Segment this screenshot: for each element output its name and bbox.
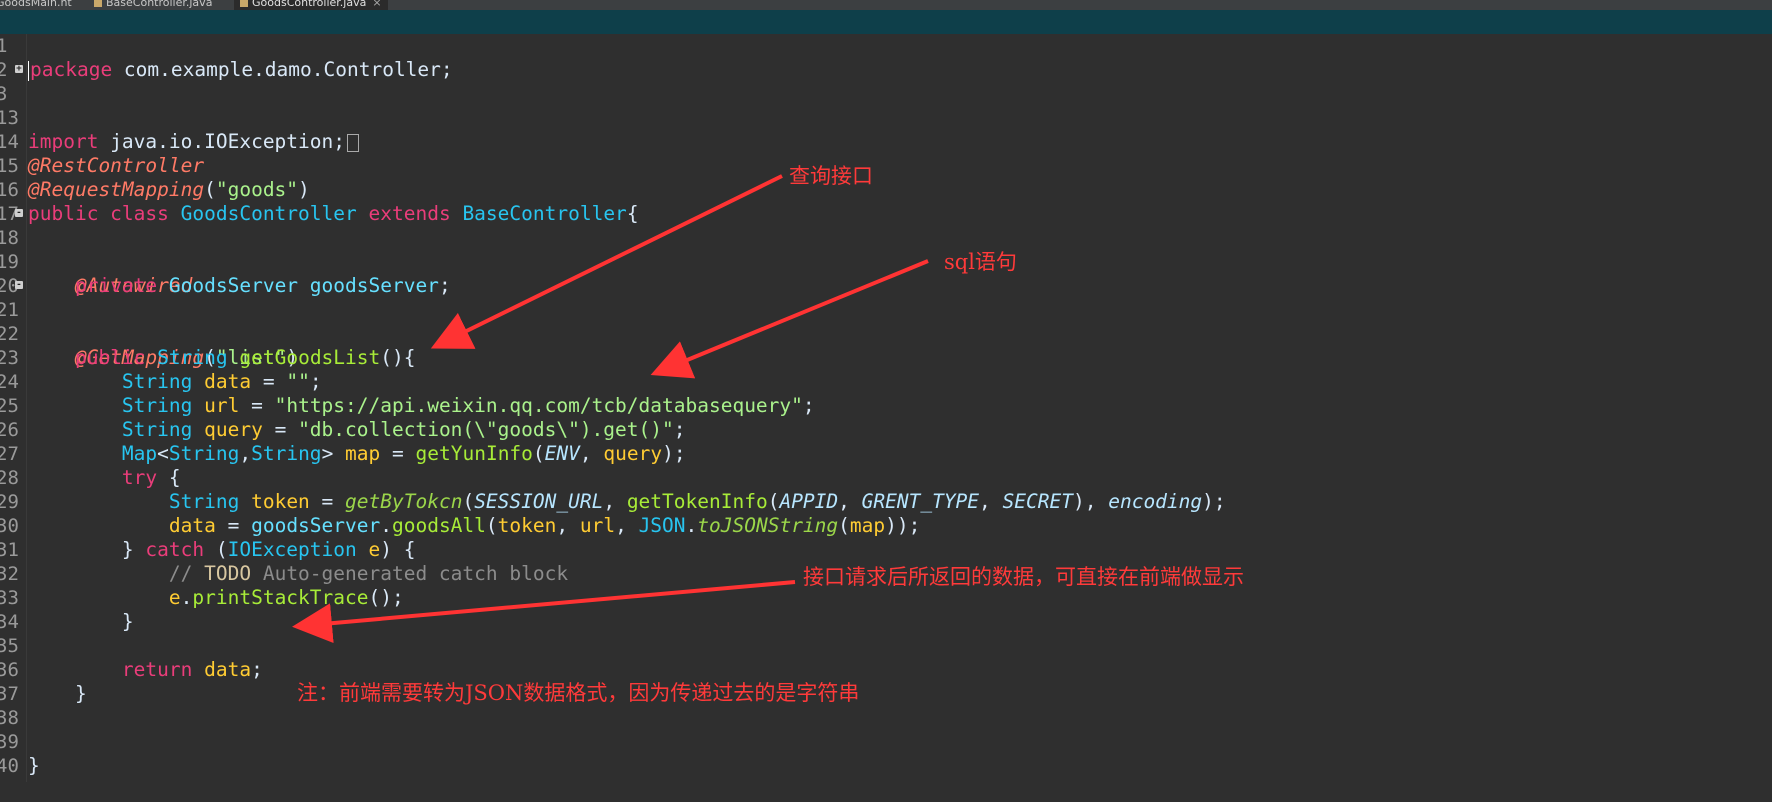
code-line: 21 - @GetMapping("list") (0, 274, 1772, 370)
code-line: 2 (0, 34, 1772, 81)
code-line: 26 Map<String,String> map = getYunInfo(E… (0, 394, 1772, 465)
tab-goodscontroller[interactable]: GoodsController.java × (234, 0, 388, 10)
code-line: 30 } catch (IOException e) { (0, 490, 1772, 561)
annotation-sql: sql语句 (944, 250, 1017, 274)
fold-collapse-icon[interactable]: - (15, 209, 23, 218)
code-line: 38 (0, 682, 1772, 729)
code-line: 40 (0, 730, 1772, 777)
annotation-json-note: 注：前端需要转为JSON数据格式，因为传递过去的是字符串 (297, 681, 860, 705)
code-line: 31 // TODO Auto-generated catch block (0, 514, 1772, 585)
tab-label: BaseController.java (106, 0, 213, 9)
code-line: 37 (0, 658, 1772, 705)
code-line: 36 } (0, 634, 1772, 705)
code-line: 18 - @Autowired (0, 202, 1772, 298)
code-line: 13 (0, 82, 1772, 129)
code-line: 35 return data; (0, 610, 1772, 681)
java-file-icon (240, 0, 248, 7)
code-editor[interactable]: 1 package com.example.damo.Controller; 2… (0, 10, 1772, 782)
annotation-query-api: 查询接口 (789, 164, 873, 188)
fold-expand-icon[interactable]: + (15, 65, 23, 74)
code-line: 17 (0, 178, 1772, 225)
line-number: 40 (0, 755, 19, 777)
tab-basecontroller[interactable]: BaseController.java (88, 0, 218, 10)
code-line: 29 data = goodsServer.goodsAll(token, ur… (0, 466, 1772, 537)
code-line: 14 @RestController (0, 106, 1772, 177)
tab-goodsmain[interactable]: GoodsMain.ht (0, 0, 78, 10)
code-line: 32 e.printStackTrace(); (0, 538, 1772, 609)
fold-collapse-icon[interactable]: - (15, 281, 23, 290)
code-line: 25 String query = "db.collection(\"goods… (0, 370, 1772, 441)
code-line: 22 public String getGoodsList(){ (0, 298, 1772, 369)
code-line: 16 public class GoodsController extends … (0, 154, 1772, 225)
code-line: 19 private GoodsServer goodsServer; (0, 226, 1772, 297)
code-line: 23 String data = ""; (0, 322, 1772, 393)
code-line: 1 package com.example.damo.Controller; (0, 10, 1772, 81)
code-line: 20 (0, 250, 1772, 297)
code-line: 39 } (0, 706, 1772, 777)
code-line: 15 @RequestMapping("goods") (0, 130, 1772, 201)
annotation-returned-data: 接口请求后所返回的数据，可直接在前端做显示 (803, 565, 1244, 589)
code-line: 28 String token = getByTokcn(SESSION_URL… (0, 442, 1772, 513)
code-line: 24 String url = "https://api.weixin.qq.c… (0, 346, 1772, 417)
code-line: 27 try { (0, 418, 1772, 489)
tab-label: GoodsMain.ht (0, 0, 72, 9)
tab-label: GoodsController.java (252, 0, 367, 9)
code-line: 3 + import java.io.IOException; (0, 58, 1772, 153)
java-file-icon (94, 0, 102, 7)
close-icon[interactable]: × (372, 0, 381, 9)
